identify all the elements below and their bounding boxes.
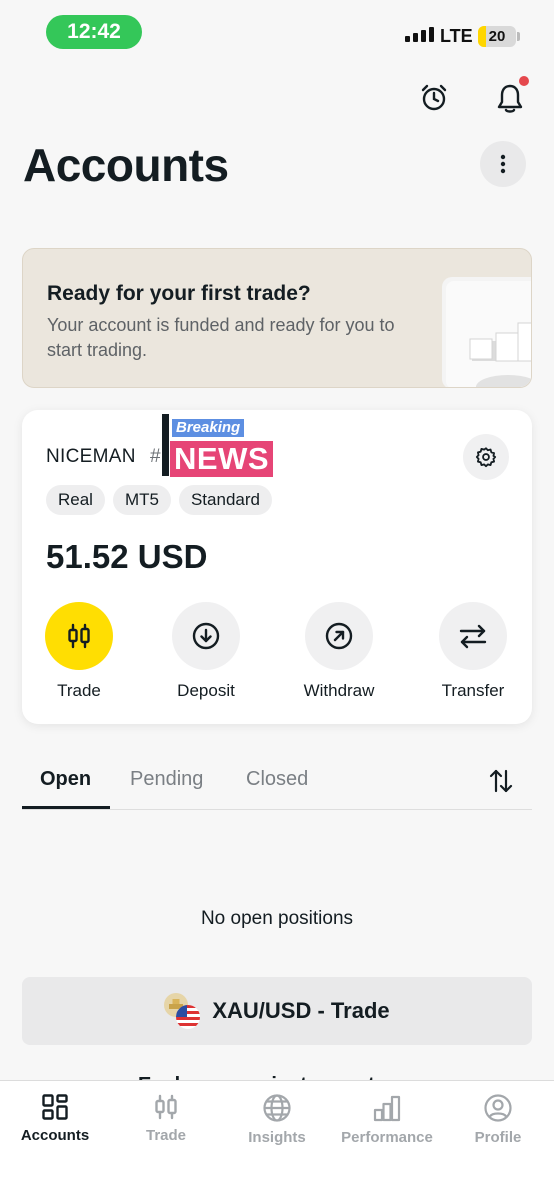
active-tab-indicator [22,806,110,809]
accounts-grid-icon [42,1094,68,1120]
deposit-action-button[interactable]: Deposit [151,602,261,701]
nav-performance[interactable]: Performance [332,1093,442,1146]
candlestick-icon [68,623,90,649]
alarm-clock-button[interactable] [414,78,454,118]
deposit-action-label: Deposit [177,681,235,700]
withdraw-action-button[interactable]: Withdraw [284,602,394,701]
trade-action-button[interactable]: Trade [24,602,134,701]
tab-closed[interactable]: Closed [246,768,308,791]
transfer-action-button[interactable]: Transfer [418,602,528,701]
sort-arrows-icon [489,769,513,793]
notifications-button[interactable] [488,76,532,120]
withdraw-action-label: Withdraw [303,681,375,700]
empty-positions-message: No open positions [200,908,354,929]
nav-insights-label: Insights [248,1129,306,1146]
tag-platform: MT5 [112,485,171,515]
account-balance: 51.52 USD [46,538,208,575]
battery-icon: 20 [478,26,516,47]
candlestick-icon [155,1094,177,1120]
status-time: 12:42 [46,15,142,49]
nav-insights[interactable]: Insights [222,1093,332,1146]
news-overlay-bar [162,414,169,476]
globe-icon [263,1094,291,1122]
status-bar: 12:42 LTE 20 [0,0,554,64]
nav-accounts[interactable]: Accounts [0,1093,110,1144]
battery-tip [517,32,520,41]
breaking-news-overlay: Breaking NEWS [162,414,282,478]
account-name: NICEMAN [46,446,136,467]
news-overlay-main: NEWS [170,441,273,477]
user-circle-icon [484,1094,512,1122]
nav-trade-label: Trade [145,1127,187,1144]
network-type: LTE [440,26,473,46]
nav-profile[interactable]: Profile [443,1093,553,1146]
tag-account-class: Standard [178,485,272,515]
sort-button[interactable] [486,766,516,796]
account-settings-button[interactable] [463,434,509,480]
gear-icon [475,447,497,468]
arrow-up-right-circle-icon [325,622,353,650]
account-number: # [150,446,161,467]
us-flag-icon [176,1005,201,1029]
bar-chart-icon [373,1095,401,1122]
first-trade-banner[interactable]: Ready for your first trade? Your account… [22,248,532,388]
instrument-flags [164,993,201,1029]
account-card: NICEMAN # Breaking NEWS Real MT5 Standar… [22,410,532,724]
trade-cta-label: XAU/USD - Trade [212,998,390,1023]
bell-icon [497,84,523,113]
notification-dot [519,76,529,86]
more-options-button[interactable] [480,141,526,187]
battery-level: 20 [488,28,506,45]
transfer-action-label: Transfer [441,681,505,700]
nav-profile-label: Profile [474,1129,522,1146]
nav-performance-label: Performance [341,1129,433,1146]
alarm-clock-icon [421,84,447,111]
more-vertical-icon [500,154,506,174]
tag-account-type: Real [46,485,105,515]
signal-icon [405,27,434,42]
account-actions: Trade Deposit Withdraw Transfer [22,602,532,712]
transfer-action-circle [439,602,507,670]
banner-text: Your account is funded and ready for you… [47,315,395,360]
nav-trade[interactable]: Trade [111,1093,221,1144]
tab-pending[interactable]: Pending [130,768,203,791]
nav-accounts-label: Accounts [20,1127,90,1144]
bar-chart-illustration [442,277,531,387]
trade-action-label: Trade [57,681,101,700]
trade-action-circle [45,602,113,670]
withdraw-action-circle [305,602,373,670]
banner-title: Ready for your first trade? [47,282,311,305]
xau-usd-trade-button[interactable]: XAU/USD - Trade [22,977,532,1045]
positions-tabs: Open Pending Closed [22,752,532,810]
status-time-text: 12:42 [67,20,121,43]
page-title: Accounts [23,139,229,191]
transfer-arrows-icon [459,624,487,649]
tab-open[interactable]: Open [40,768,91,791]
account-tags: Real MT5 Standard [46,485,272,515]
deposit-action-circle [172,602,240,670]
bottom-navigation: Accounts Trade Insights Performance Prof… [0,1080,554,1199]
arrow-down-circle-icon [192,622,220,650]
news-overlay-top: Breaking [172,419,245,437]
